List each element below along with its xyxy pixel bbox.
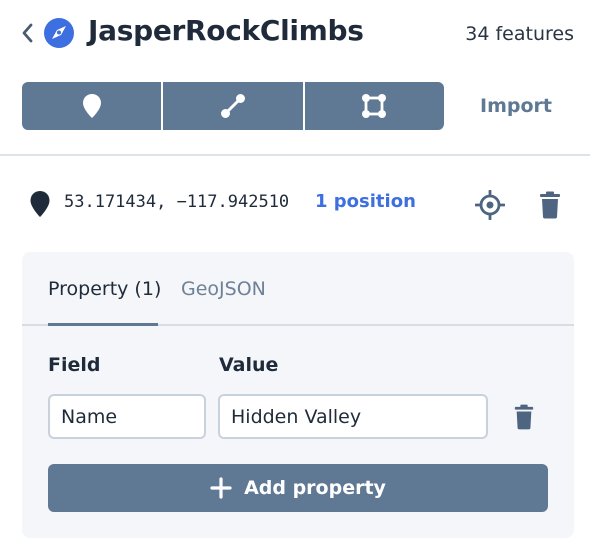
- polygon-icon: [362, 94, 387, 118]
- draw-line-button[interactable]: [161, 82, 302, 130]
- chevron-left-icon: [22, 23, 33, 43]
- feature-coordinates: 53.171434, −117.942510: [64, 192, 290, 212]
- active-tab-indicator: [48, 323, 158, 326]
- add-property-label: Add property: [244, 477, 386, 499]
- app-logo-icon: [44, 18, 74, 48]
- crosshair-icon[interactable]: [475, 190, 505, 220]
- line-path-icon: [220, 94, 245, 118]
- position-count-link[interactable]: 1 position: [315, 191, 416, 212]
- property-value-input[interactable]: [218, 394, 488, 439]
- panel-tabs: Property (1) GeoJSON: [22, 252, 574, 326]
- draw-toolbar: [22, 82, 444, 130]
- tab-geojson[interactable]: GeoJSON: [181, 278, 266, 300]
- property-field-input[interactable]: [48, 394, 206, 439]
- trash-icon[interactable]: [538, 191, 562, 219]
- point-marker-icon: [82, 94, 101, 118]
- properties-panel: Property (1) GeoJSON Field Value Add pro…: [22, 252, 574, 538]
- import-button[interactable]: Import: [463, 82, 569, 130]
- add-property-button[interactable]: Add property: [48, 464, 548, 512]
- section-divider: [0, 154, 590, 156]
- trash-icon[interactable]: [513, 404, 535, 430]
- map-pin-icon: [30, 191, 50, 217]
- back-button[interactable]: [18, 20, 36, 46]
- tab-property[interactable]: Property (1): [48, 278, 161, 300]
- plus-icon: [210, 477, 232, 499]
- field-column-header: Field: [48, 354, 101, 376]
- page-title: JasperRockClimbs: [88, 14, 364, 47]
- header: JasperRockClimbs 34 features: [0, 0, 590, 68]
- feature-count: 34 features: [465, 23, 574, 45]
- draw-polygon-button[interactable]: [302, 82, 444, 130]
- draw-point-button[interactable]: [22, 82, 161, 130]
- value-column-header: Value: [219, 354, 279, 376]
